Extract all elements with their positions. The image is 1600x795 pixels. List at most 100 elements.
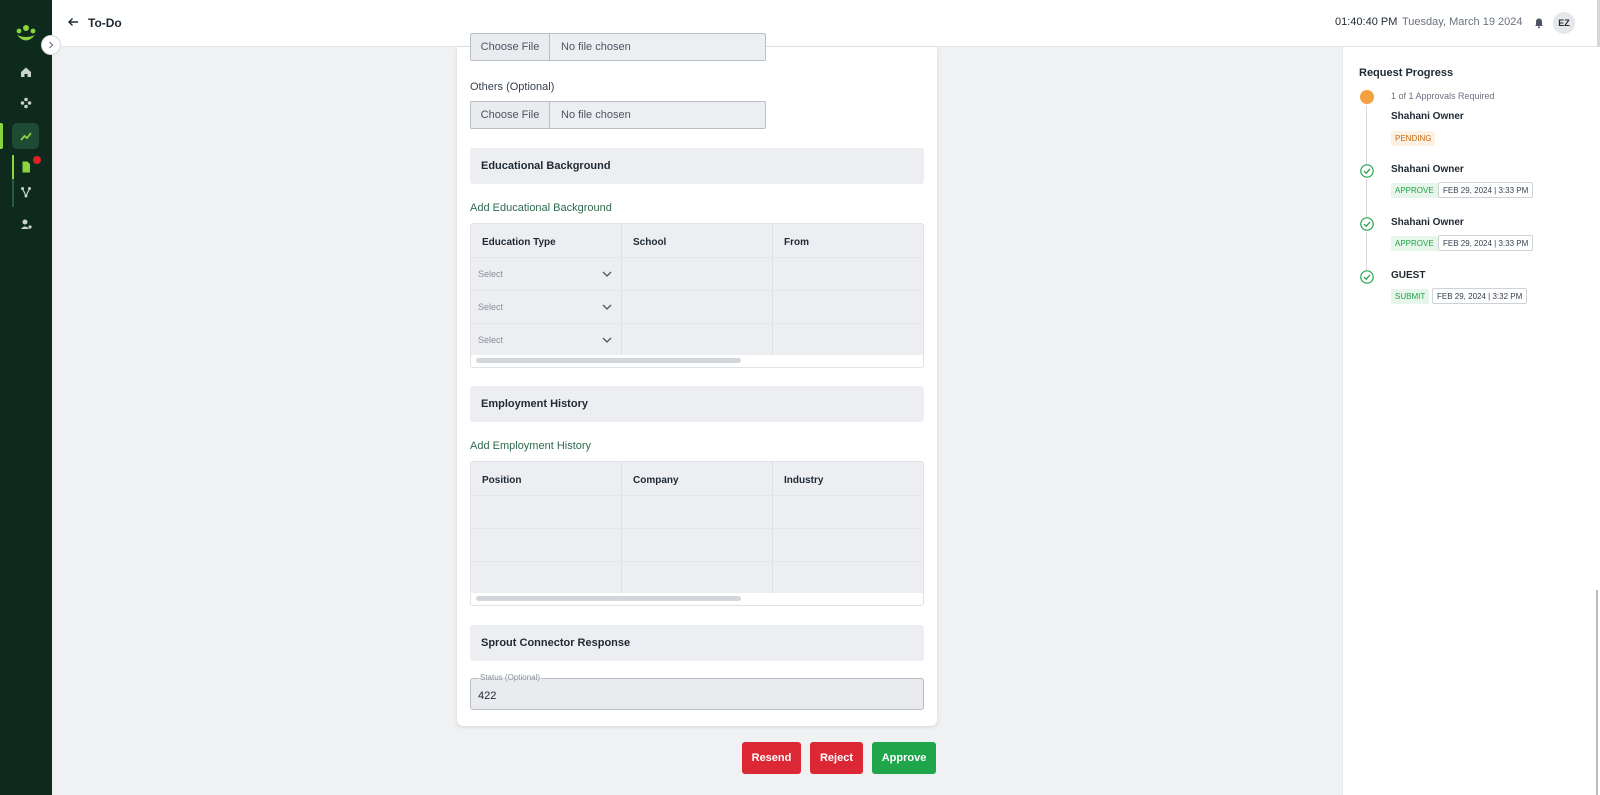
position-cell[interactable] bbox=[471, 562, 622, 594]
choose-file-button[interactable]: Choose File bbox=[471, 34, 550, 60]
page-title: To-Do bbox=[88, 16, 122, 30]
section-title: Sprout Connector Response bbox=[481, 637, 631, 649]
timeline-line bbox=[1366, 105, 1367, 165]
check-circle-icon bbox=[1360, 270, 1374, 284]
status-field[interactable]: Status (Optional) 422 bbox=[470, 673, 924, 710]
sidebar bbox=[0, 0, 52, 795]
others-file-input[interactable]: Choose File No file chosen bbox=[470, 101, 766, 129]
previous-file-input[interactable]: Choose File No file chosen bbox=[470, 33, 766, 61]
school-cell[interactable] bbox=[622, 324, 773, 356]
employment-history-section: Employment History bbox=[470, 386, 924, 422]
pending-status-dot bbox=[1360, 90, 1374, 104]
step-approver-name: Shahani Owner bbox=[1391, 164, 1464, 175]
column-header[interactable]: School bbox=[622, 224, 773, 257]
back-arrow-icon[interactable] bbox=[66, 15, 80, 29]
timeline-line bbox=[1366, 179, 1367, 217]
column-header[interactable]: From bbox=[773, 224, 923, 257]
status-badge: APPROVE bbox=[1391, 236, 1438, 251]
section-title: Employment History bbox=[481, 398, 588, 410]
timestamp-badge: FEB 29, 2024 | 3:33 PM bbox=[1438, 235, 1534, 251]
approve-button[interactable]: Approve bbox=[872, 742, 936, 774]
user-settings-icon[interactable] bbox=[18, 216, 34, 232]
approvals-required-note: 1 of 1 Approvals Required bbox=[1391, 91, 1495, 101]
table-row bbox=[471, 528, 923, 561]
reject-button[interactable]: Reject bbox=[810, 742, 863, 774]
bell-icon[interactable] bbox=[1533, 17, 1545, 29]
timestamp-badge: FEB 29, 2024 | 3:32 PM bbox=[1432, 288, 1528, 304]
top-header: To-Do 01:40:40 PM Tuesday, March 19 2024… bbox=[52, 0, 1600, 47]
home-icon[interactable] bbox=[18, 64, 34, 80]
file-status: No file chosen bbox=[561, 109, 631, 121]
status-field-value: 422 bbox=[478, 690, 497, 702]
position-cell[interactable] bbox=[471, 496, 622, 528]
request-form-card: Choose File No file chosen Others (Optio… bbox=[457, 33, 937, 726]
select-placeholder: Select bbox=[478, 302, 504, 312]
from-cell[interactable] bbox=[773, 258, 923, 290]
from-cell[interactable] bbox=[773, 291, 923, 323]
education-type-select[interactable]: Select bbox=[471, 324, 622, 356]
file-status: No file chosen bbox=[561, 41, 631, 53]
education-type-select[interactable]: Select bbox=[471, 258, 622, 290]
step-approver-name: Shahani Owner bbox=[1391, 217, 1464, 228]
table-row bbox=[471, 561, 923, 594]
company-cell[interactable] bbox=[622, 529, 773, 561]
check-circle-icon bbox=[1360, 217, 1374, 231]
check-circle-icon bbox=[1360, 164, 1374, 178]
column-header[interactable]: Industry bbox=[773, 462, 923, 495]
timeline-line bbox=[1366, 232, 1367, 270]
horizontal-scrollbar[interactable] bbox=[471, 593, 923, 605]
document-icon[interactable] bbox=[18, 159, 34, 175]
status-badge: APPROVE bbox=[1391, 183, 1438, 198]
education-type-select[interactable]: Select bbox=[471, 291, 622, 323]
column-header[interactable]: Education Type bbox=[471, 224, 622, 257]
avatar[interactable]: EZ bbox=[1553, 12, 1575, 34]
chevron-down-icon bbox=[602, 304, 612, 310]
select-placeholder: Select bbox=[478, 335, 504, 345]
request-progress-panel: Request Progress 1 of 1 Approvals Requir… bbox=[1342, 47, 1600, 795]
flow-icon[interactable] bbox=[18, 184, 34, 200]
table-row: Select bbox=[471, 323, 923, 356]
clock-time: 01:40:40 PM bbox=[1335, 16, 1398, 28]
timestamp-badge: FEB 29, 2024 | 3:33 PM bbox=[1438, 182, 1534, 198]
status-badge: PENDING bbox=[1391, 131, 1436, 146]
chevron-down-icon bbox=[602, 337, 612, 343]
column-header[interactable]: Company bbox=[622, 462, 773, 495]
sub-nav-line-active bbox=[12, 155, 14, 179]
others-label: Others (Optional) bbox=[470, 81, 555, 93]
chevron-down-icon bbox=[602, 271, 612, 277]
sidebar-expand-button[interactable] bbox=[41, 35, 61, 55]
scrollbar-thumb[interactable] bbox=[476, 358, 741, 363]
section-title: Educational Background bbox=[481, 160, 611, 172]
apps-icon[interactable] bbox=[18, 95, 34, 111]
table-row bbox=[471, 495, 923, 528]
scrollbar-thumb[interactable] bbox=[476, 596, 741, 601]
school-cell[interactable] bbox=[622, 258, 773, 290]
company-cell[interactable] bbox=[622, 496, 773, 528]
educational-background-section: Educational Background bbox=[470, 148, 924, 184]
horizontal-scrollbar[interactable] bbox=[471, 355, 923, 367]
status-badge: SUBMIT bbox=[1391, 289, 1430, 304]
add-employment-history-link[interactable]: Add Employment History bbox=[470, 440, 591, 452]
position-cell[interactable] bbox=[471, 529, 622, 561]
industry-cell[interactable] bbox=[773, 496, 923, 528]
industry-cell[interactable] bbox=[773, 529, 923, 561]
industry-cell[interactable] bbox=[773, 562, 923, 594]
add-educational-background-link[interactable]: Add Educational Background bbox=[470, 202, 612, 214]
choose-file-button[interactable]: Choose File bbox=[471, 102, 550, 128]
trend-icon bbox=[20, 132, 32, 141]
grid-header: Position Company Industry bbox=[471, 462, 923, 495]
education-grid: Education Type School From Select Select… bbox=[470, 223, 924, 368]
sprout-connector-section: Sprout Connector Response bbox=[470, 625, 924, 661]
company-logo-icon[interactable] bbox=[15, 24, 37, 44]
company-cell[interactable] bbox=[622, 562, 773, 594]
clock-date: Tuesday, March 19 2024 bbox=[1402, 16, 1523, 28]
step-approver-name: GUEST bbox=[1391, 270, 1426, 281]
step-approver-name: Shahani Owner bbox=[1391, 111, 1464, 122]
page-scrollbar-thumb[interactable] bbox=[1596, 590, 1598, 795]
resend-button[interactable]: Resend bbox=[742, 742, 801, 774]
notification-dot bbox=[33, 156, 41, 164]
from-cell[interactable] bbox=[773, 324, 923, 356]
chevron-right-icon bbox=[49, 41, 54, 49]
column-header[interactable]: Position bbox=[471, 462, 622, 495]
school-cell[interactable] bbox=[622, 291, 773, 323]
